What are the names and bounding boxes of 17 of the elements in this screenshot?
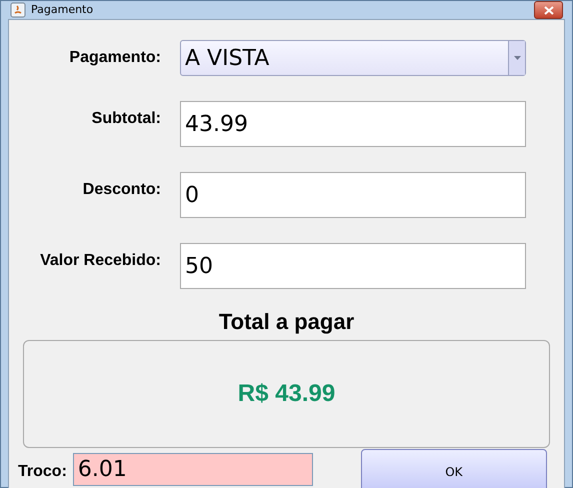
input-field[interactable]: 0 — [180, 172, 526, 218]
field-label: Valor Recebido: — [40, 251, 161, 271]
total-title: Total a pagar — [218, 308, 354, 336]
payment-dropdown[interactable]: A VISTA — [180, 40, 526, 76]
field-label: Subtotal: — [92, 109, 161, 129]
field-label: Desconto: — [82, 180, 161, 200]
input-field[interactable]: 43.99 — [180, 101, 526, 147]
field-label: Pagamento: — [69, 48, 161, 68]
close-button[interactable] — [534, 1, 563, 19]
close-icon — [544, 6, 554, 14]
dropdown-arrow-icon — [514, 56, 520, 60]
total-amount: R$ 43.99 — [238, 379, 336, 409]
window-title: Pagamento — [31, 2, 94, 18]
troco-label: Troco: — [18, 462, 67, 482]
troco-field: 6.01 — [72, 452, 313, 486]
ok-button[interactable]: OK — [360, 449, 547, 488]
input-field[interactable]: 50 — [180, 243, 526, 289]
